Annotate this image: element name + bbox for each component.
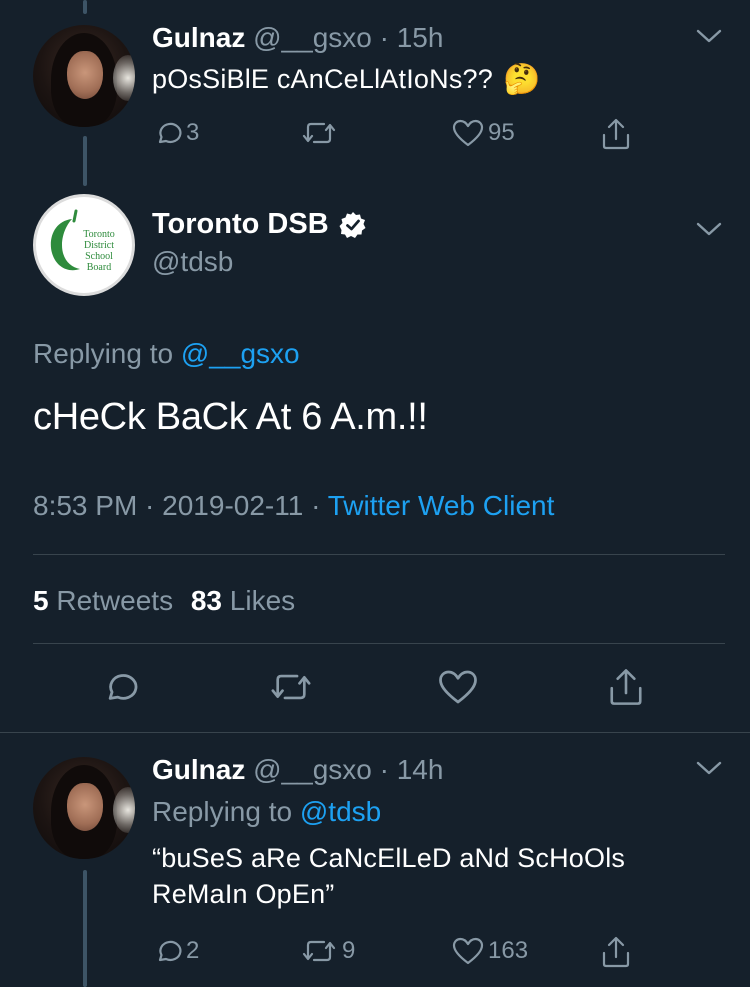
thread-line-bottom <box>83 870 87 987</box>
reply-count: 2 <box>186 937 200 964</box>
tweet-time[interactable]: 15h <box>397 22 444 53</box>
separator: · <box>379 22 389 53</box>
thread-line-top <box>83 0 87 14</box>
separator: · <box>379 754 389 785</box>
avatar-gulnaz[interactable] <box>33 757 135 859</box>
tweet3-header: Gulnaz @__gsxo · 14h <box>152 754 443 786</box>
share-icon <box>602 118 630 150</box>
retweet-button[interactable] <box>300 118 342 148</box>
author-name[interactable]: Gulnaz <box>152 22 245 53</box>
author-handle[interactable]: @tdsb <box>152 246 233 278</box>
reply-button[interactable]: 3 <box>152 118 199 148</box>
share-icon <box>610 669 642 705</box>
like-count: 95 <box>488 119 515 146</box>
verified-badge-icon <box>339 211 366 238</box>
like-button[interactable] <box>438 668 478 706</box>
main-tweet-text: cHeCk BaCk At 6 A.m.!! <box>33 396 428 438</box>
tweet-body-line1: “buSeS aRe CaNcElLeD aNd ScHoOls <box>152 843 626 873</box>
replying-to-link[interactable]: @__gsxo <box>181 338 300 369</box>
main-author: Toronto DSB <box>152 208 367 241</box>
author-handle[interactable]: @__gsxo <box>253 754 372 785</box>
like-button[interactable]: 163 <box>452 936 528 966</box>
like-count: 163 <box>488 937 529 964</box>
reply-count: 3 <box>186 119 200 146</box>
author-handle[interactable]: @__gsxo <box>253 22 372 53</box>
reply-icon <box>158 122 182 144</box>
share-button[interactable] <box>600 117 632 151</box>
avatar-tdsb-logo[interactable]: Toronto District School Board <box>33 194 135 296</box>
replying-to: Replying to @__gsxo <box>33 338 300 370</box>
thread-line-connector <box>83 136 87 186</box>
replying-to-link[interactable]: @tdsb <box>300 796 381 827</box>
retweet-icon <box>271 674 311 700</box>
like-label: Likes <box>229 585 296 616</box>
reply-icon <box>158 940 182 962</box>
retweet-count: 9 <box>342 937 356 964</box>
share-icon <box>602 936 630 968</box>
reply-button[interactable] <box>100 668 138 706</box>
tweet-body-line2: ReMaIn OpEn” <box>152 879 335 909</box>
engagement-stats: 5 Retweets 83 Likes <box>33 585 295 617</box>
like-total: 83 <box>190 585 223 616</box>
author-name[interactable]: Toronto DSB <box>152 208 329 241</box>
tweet-time[interactable]: 14h <box>397 754 444 785</box>
like-icon <box>439 670 477 704</box>
timestamp[interactable]: 8:53 PM · 2019-02-11 · <box>33 490 320 521</box>
likes-stat[interactable]: 83 Likes <box>191 585 295 616</box>
tweet3-text: “buSeS aRe CaNcElLeD aNd ScHoOls ReMaIn … <box>152 840 625 912</box>
like-icon <box>452 937 484 965</box>
tweet-metadata: 8:53 PM · 2019-02-11 · Twitter Web Clien… <box>33 490 554 522</box>
chevron-down-icon[interactable] <box>696 760 722 776</box>
retweet-total: 5 <box>33 585 49 616</box>
retweet-button[interactable] <box>268 668 314 706</box>
tweet1-header: Gulnaz @__gsxo · 15h <box>152 22 443 54</box>
avatar-gulnaz[interactable] <box>33 25 135 127</box>
replying-to: Replying to @tdsb <box>152 796 381 828</box>
thinking-emoji: 🤔 <box>502 63 541 96</box>
divider <box>33 554 725 555</box>
chevron-down-icon[interactable] <box>696 28 722 44</box>
chevron-down-icon[interactable] <box>696 221 722 237</box>
replying-prefix: Replying to <box>152 796 293 827</box>
like-icon <box>452 119 484 147</box>
reply-icon <box>108 674 138 700</box>
retweets-stat[interactable]: 5 Retweets <box>33 585 181 616</box>
divider <box>33 643 725 644</box>
retweet-label: Retweets <box>56 585 174 616</box>
like-button[interactable]: 95 <box>452 118 515 148</box>
retweet-button[interactable]: 9 <box>300 936 355 966</box>
reply-button[interactable]: 2 <box>152 936 199 966</box>
retweet-icon <box>302 940 336 962</box>
client-link[interactable]: Twitter Web Client <box>328 490 555 521</box>
retweet-icon <box>302 122 336 144</box>
divider <box>0 732 750 733</box>
share-button[interactable] <box>607 666 645 708</box>
tweet-body: pOsSiBlE cAnCeLlAtIoNs?? <box>152 64 493 94</box>
author-name[interactable]: Gulnaz <box>152 754 245 785</box>
share-button[interactable] <box>600 935 632 969</box>
logo-text: Toronto District School Board <box>83 229 115 273</box>
replying-prefix: Replying to <box>33 338 174 369</box>
tweet1-text: pOsSiBlE cAnCeLlAtIoNs?? 🤔 <box>152 62 541 97</box>
